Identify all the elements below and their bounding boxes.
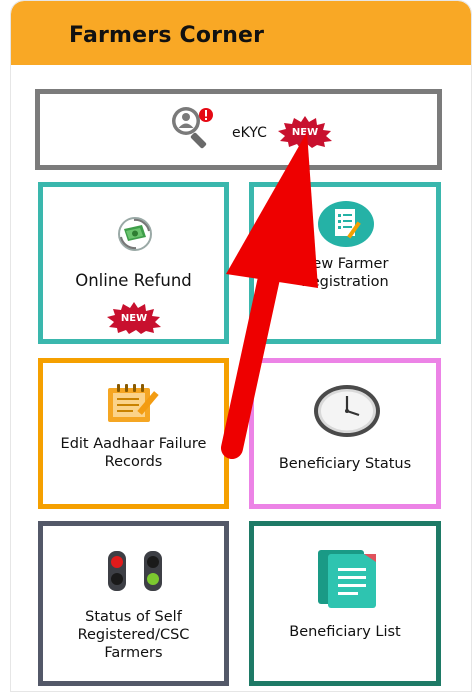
refund-coin-icon [118, 217, 152, 251]
self-registered-status-card[interactable]: Status of Self Registered/CSC Farmers [38, 521, 229, 686]
document-list-icon [318, 550, 376, 608]
beneficiary-status-card[interactable]: Beneficiary Status [249, 358, 441, 509]
ekyc-label: eKYC [232, 125, 267, 141]
search-user-alert-icon [172, 107, 213, 149]
new-badge-icon: NEW [107, 302, 161, 334]
edit-document-icon [108, 384, 159, 422]
edit-aadhaar-label: Edit Aadhaar Failure Records [60, 436, 207, 470]
svg-text:NEW: NEW [292, 127, 318, 138]
panel-title: Farmers Corner [69, 23, 265, 48]
self-registered-label: Status of Self Registered/CSC Farmers [77, 609, 190, 661]
beneficiary-list-label: Beneficiary List [289, 624, 401, 640]
panel-header: Farmers Corner [11, 1, 471, 65]
online-refund-label: Online Refund [75, 271, 192, 290]
beneficiary-list-card[interactable]: Beneficiary List [249, 521, 441, 686]
new-farmer-registration-card[interactable]: New Farmer Registration [249, 182, 441, 344]
svg-text:NEW: NEW [121, 313, 147, 324]
new-badge-icon: NEW [278, 116, 332, 148]
clock-icon [314, 385, 380, 437]
online-refund-card[interactable]: Online Refund NEW [38, 182, 229, 344]
new-farmer-label: New Farmer Registration [301, 256, 389, 290]
edit-aadhaar-failure-card[interactable]: Edit Aadhaar Failure Records [38, 358, 229, 509]
ekyc-card[interactable]: eKYC NEW [35, 89, 442, 170]
registration-form-icon [318, 201, 374, 247]
beneficiary-status-label: Beneficiary Status [278, 456, 412, 472]
traffic-light-icon [108, 551, 162, 591]
